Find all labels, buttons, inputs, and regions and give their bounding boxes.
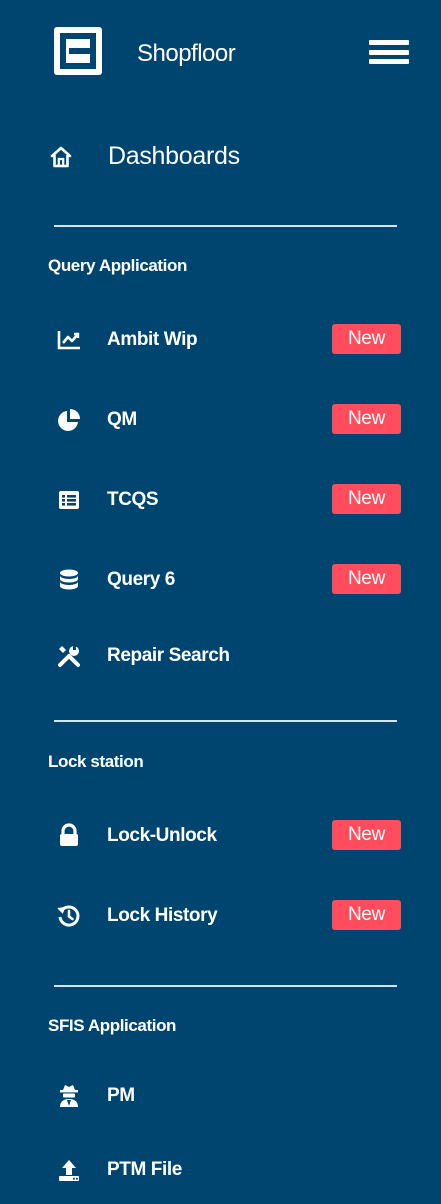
lock-icon: [56, 823, 82, 849]
sidebar-item-ptm-file[interactable]: PTM File: [40, 1140, 420, 1200]
new-badge: New: [332, 564, 401, 594]
user-secret-icon: [56, 1083, 82, 1109]
sidebar-item-label: PTM File: [107, 1159, 182, 1180]
section-heading-lock-station: Lock station: [48, 752, 144, 771]
sidebar-item-repair-search[interactable]: Repair Search: [40, 626, 420, 686]
sidebar-item-label: Query 6: [107, 569, 175, 590]
app-title: Shopfloor: [137, 40, 236, 67]
database-icon: [56, 567, 82, 593]
new-badge: New: [332, 820, 401, 850]
line-chart-icon: [56, 327, 82, 353]
sidebar-item-ambit-wip[interactable]: Ambit Wip New: [40, 310, 420, 370]
new-badge: New: [332, 900, 401, 930]
sidebar-item-qm[interactable]: QM New: [40, 390, 420, 450]
sidebar-item-tcqs[interactable]: TCQS New: [40, 470, 420, 530]
tools-icon: [56, 643, 82, 669]
sidebar-item-label: Dashboards: [108, 142, 240, 170]
sidebar-item-label: Ambit Wip: [107, 329, 198, 350]
divider: [54, 225, 397, 227]
sidebar-item-label: QM: [107, 409, 137, 430]
sidebar-item-label: Repair Search: [107, 645, 230, 666]
new-badge: New: [332, 484, 401, 514]
sidebar-item-lock-history[interactable]: Lock History New: [40, 886, 420, 946]
sidebar-item-pm[interactable]: PM: [40, 1066, 420, 1126]
sidebar-item-query-6[interactable]: Query 6 New: [40, 550, 420, 610]
history-icon: [56, 903, 82, 929]
hamburger-icon[interactable]: [369, 40, 409, 64]
sidebar-item-lock-unlock[interactable]: Lock-Unlock New: [40, 806, 420, 866]
upload-icon: [56, 1157, 82, 1183]
section-heading-query-application: Query Application: [48, 256, 187, 275]
list-table-icon: [56, 487, 82, 513]
sidebar-item-label: TCQS: [107, 489, 159, 510]
divider: [54, 985, 397, 987]
divider: [54, 720, 397, 722]
sidebar-item-dashboards[interactable]: Dashboards: [40, 130, 420, 182]
shopfloor-logo[interactable]: [54, 27, 102, 75]
sidebar-item-label: Lock-Unlock: [107, 825, 217, 846]
sidebar-item-label: PM: [107, 1085, 135, 1106]
new-badge: New: [332, 324, 401, 354]
section-heading-sfis-application: SFIS Application: [48, 1016, 177, 1035]
sidebar-item-label: Lock History: [107, 905, 218, 926]
new-badge: New: [332, 404, 401, 434]
home-icon: [49, 145, 73, 169]
pie-chart-icon: [56, 407, 82, 433]
sidebar: Shopfloor Dashboards Query Application A…: [0, 0, 441, 1204]
